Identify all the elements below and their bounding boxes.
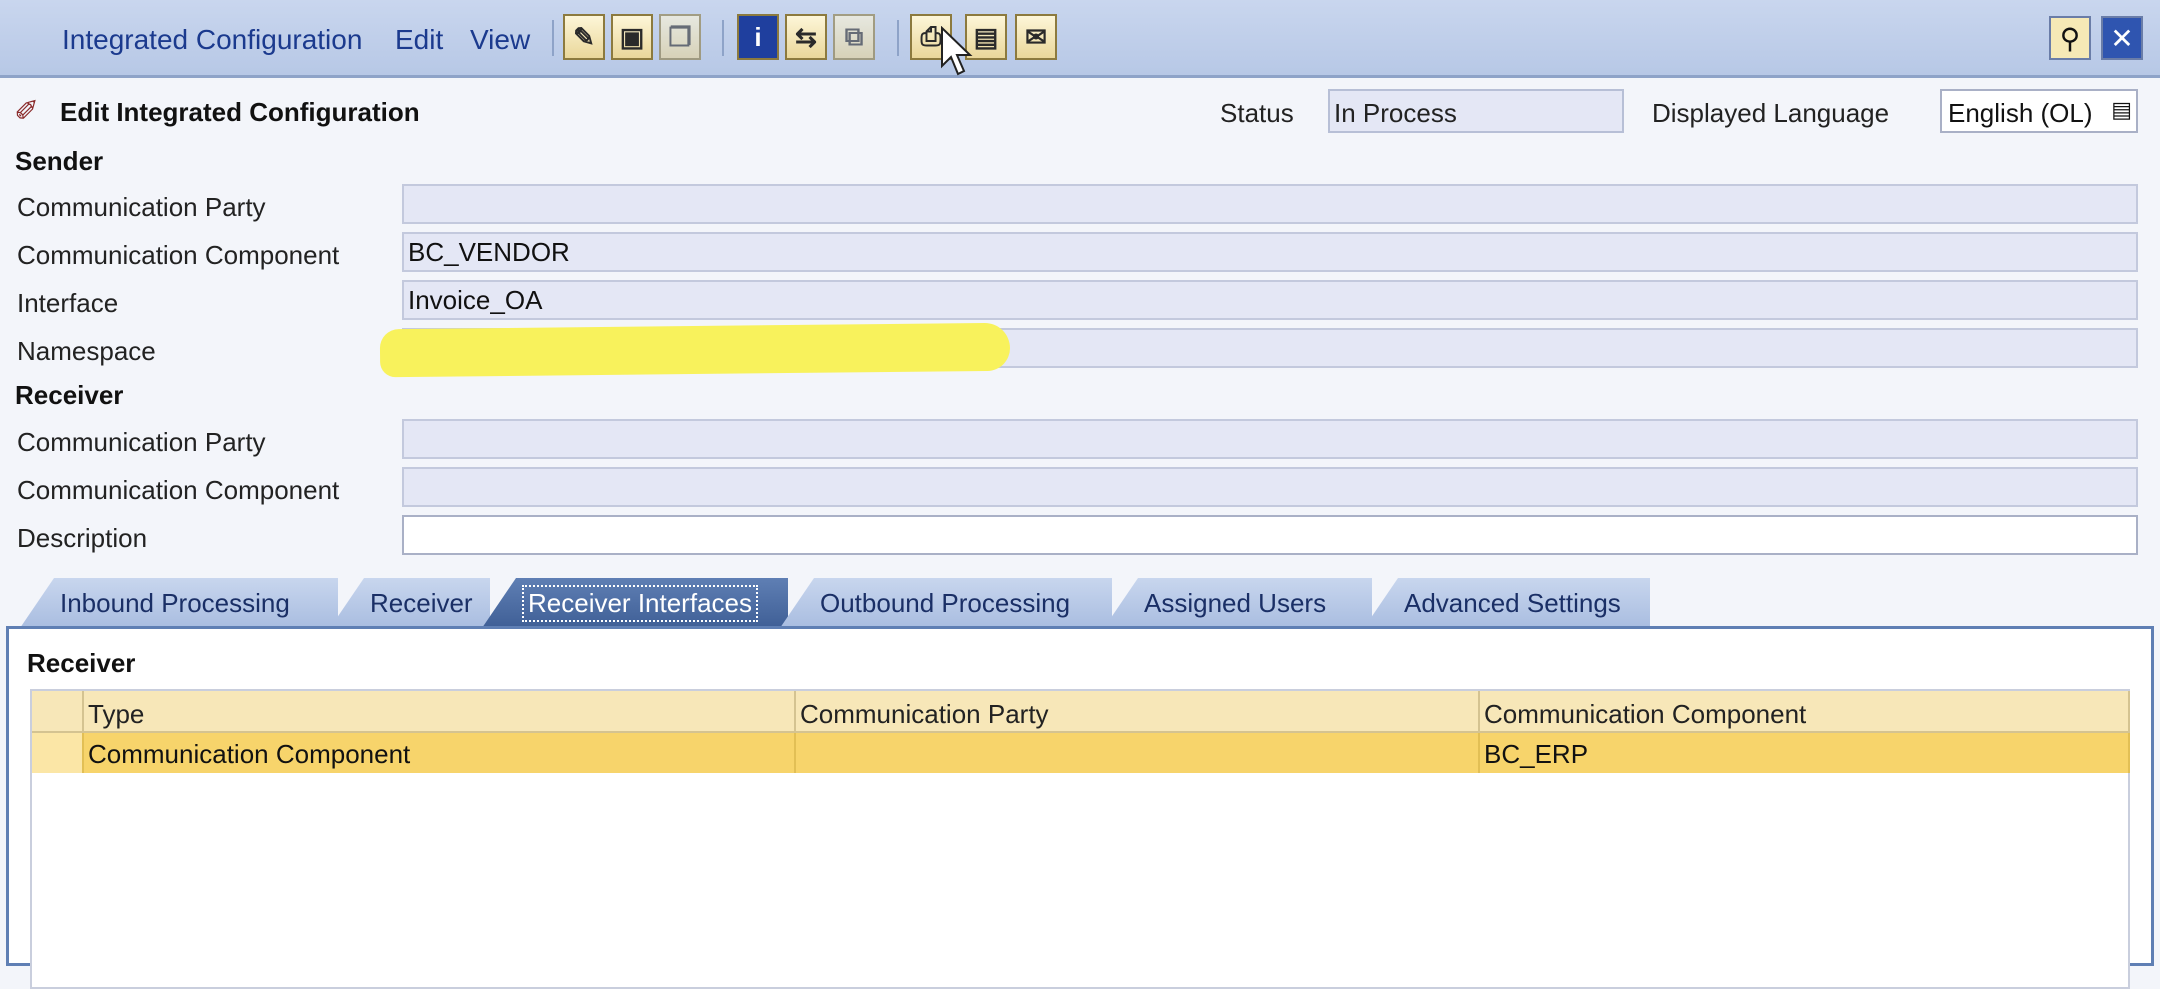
tab-assigned-users[interactable]: Assigned Users xyxy=(1104,578,1372,628)
redaction-highlight xyxy=(379,322,1011,378)
edit-icon[interactable]: ✎ xyxy=(563,14,605,60)
column-header-type[interactable]: Type xyxy=(84,691,796,733)
edit-configuration-icon: ✐ xyxy=(14,95,40,128)
menu-edit[interactable]: Edit xyxy=(395,24,443,56)
description-field[interactable] xyxy=(402,515,2138,555)
dropdown-icon[interactable]: ▤ xyxy=(2111,97,2132,123)
menu-toolbar-bar: Integrated Configuration Edit View ✎ ▣ ❐… xyxy=(0,0,2160,78)
receiver-component-field[interactable] xyxy=(402,467,2138,507)
toolbar-separator xyxy=(722,20,724,56)
displayed-language-label: Displayed Language xyxy=(1652,98,1890,128)
description-label: Description xyxy=(17,523,148,553)
panel-heading: Receiver xyxy=(27,648,136,678)
pin-icon[interactable]: ⚲ xyxy=(2049,16,2091,60)
cell-type[interactable]: Communication Component xyxy=(84,733,796,773)
row-selector-header[interactable] xyxy=(32,691,84,733)
receiver-party-label: Communication Party xyxy=(17,427,266,457)
tab-receiver-interfaces[interactable]: Receiver Interfaces xyxy=(482,578,788,628)
cell-communication-party[interactable] xyxy=(796,733,1480,773)
info-icon[interactable]: i xyxy=(737,14,779,60)
sender-interface-field[interactable]: Invoice_OA xyxy=(402,280,2138,320)
sender-namespace-label: Namespace xyxy=(17,336,156,366)
sender-party-label: Communication Party xyxy=(17,192,266,222)
receiver-table: Type Communication Party Communication C… xyxy=(30,689,2130,989)
sender-party-field[interactable] xyxy=(402,184,2138,224)
page-title: Edit Integrated Configuration xyxy=(60,97,420,127)
status-field: In Process xyxy=(1328,89,1624,133)
column-header-communication-party[interactable]: Communication Party xyxy=(796,691,1480,733)
receiver-party-field[interactable] xyxy=(402,419,2138,459)
mouse-cursor-icon xyxy=(941,26,973,76)
close-icon[interactable]: ✕ xyxy=(2101,16,2143,60)
sender-component-label: Communication Component xyxy=(17,240,340,270)
toolbar-separator xyxy=(897,20,899,56)
displayed-language-select[interactable]: English (OL) ▤ xyxy=(1940,89,2138,133)
tab-outbound-processing[interactable]: Outbound Processing xyxy=(780,578,1112,628)
receiver-component-label: Communication Component xyxy=(17,475,340,505)
receiver-heading: Receiver xyxy=(15,380,124,410)
save-icon[interactable]: ▣ xyxy=(611,14,653,60)
cell-communication-component[interactable]: BC_ERP xyxy=(1480,733,2130,773)
tab-receiver[interactable]: Receiver xyxy=(330,578,490,628)
compare-icon[interactable]: ⧉ xyxy=(833,14,875,60)
copy-icon[interactable]: ❐ xyxy=(659,14,701,60)
tab-inbound-processing[interactable]: Inbound Processing xyxy=(20,578,338,628)
navigate-icon[interactable]: ⇆ xyxy=(785,14,827,60)
row-selector[interactable] xyxy=(32,733,84,773)
status-label: Status xyxy=(1220,98,1294,128)
toolbar-separator xyxy=(552,20,554,56)
menu-integrated-configuration[interactable]: Integrated Configuration xyxy=(62,24,362,56)
sender-component-field[interactable]: BC_VENDOR xyxy=(402,232,2138,272)
sender-heading: Sender xyxy=(15,146,104,176)
script-icon[interactable]: ✉ xyxy=(1015,14,1057,60)
column-header-communication-component[interactable]: Communication Component xyxy=(1480,691,2130,733)
tab-strip: Inbound Processing Receiver Receiver Int… xyxy=(0,578,2160,628)
tab-advanced-settings[interactable]: Advanced Settings xyxy=(1364,578,1650,628)
menu-view[interactable]: View xyxy=(470,24,530,56)
sender-interface-label: Interface xyxy=(17,288,119,318)
